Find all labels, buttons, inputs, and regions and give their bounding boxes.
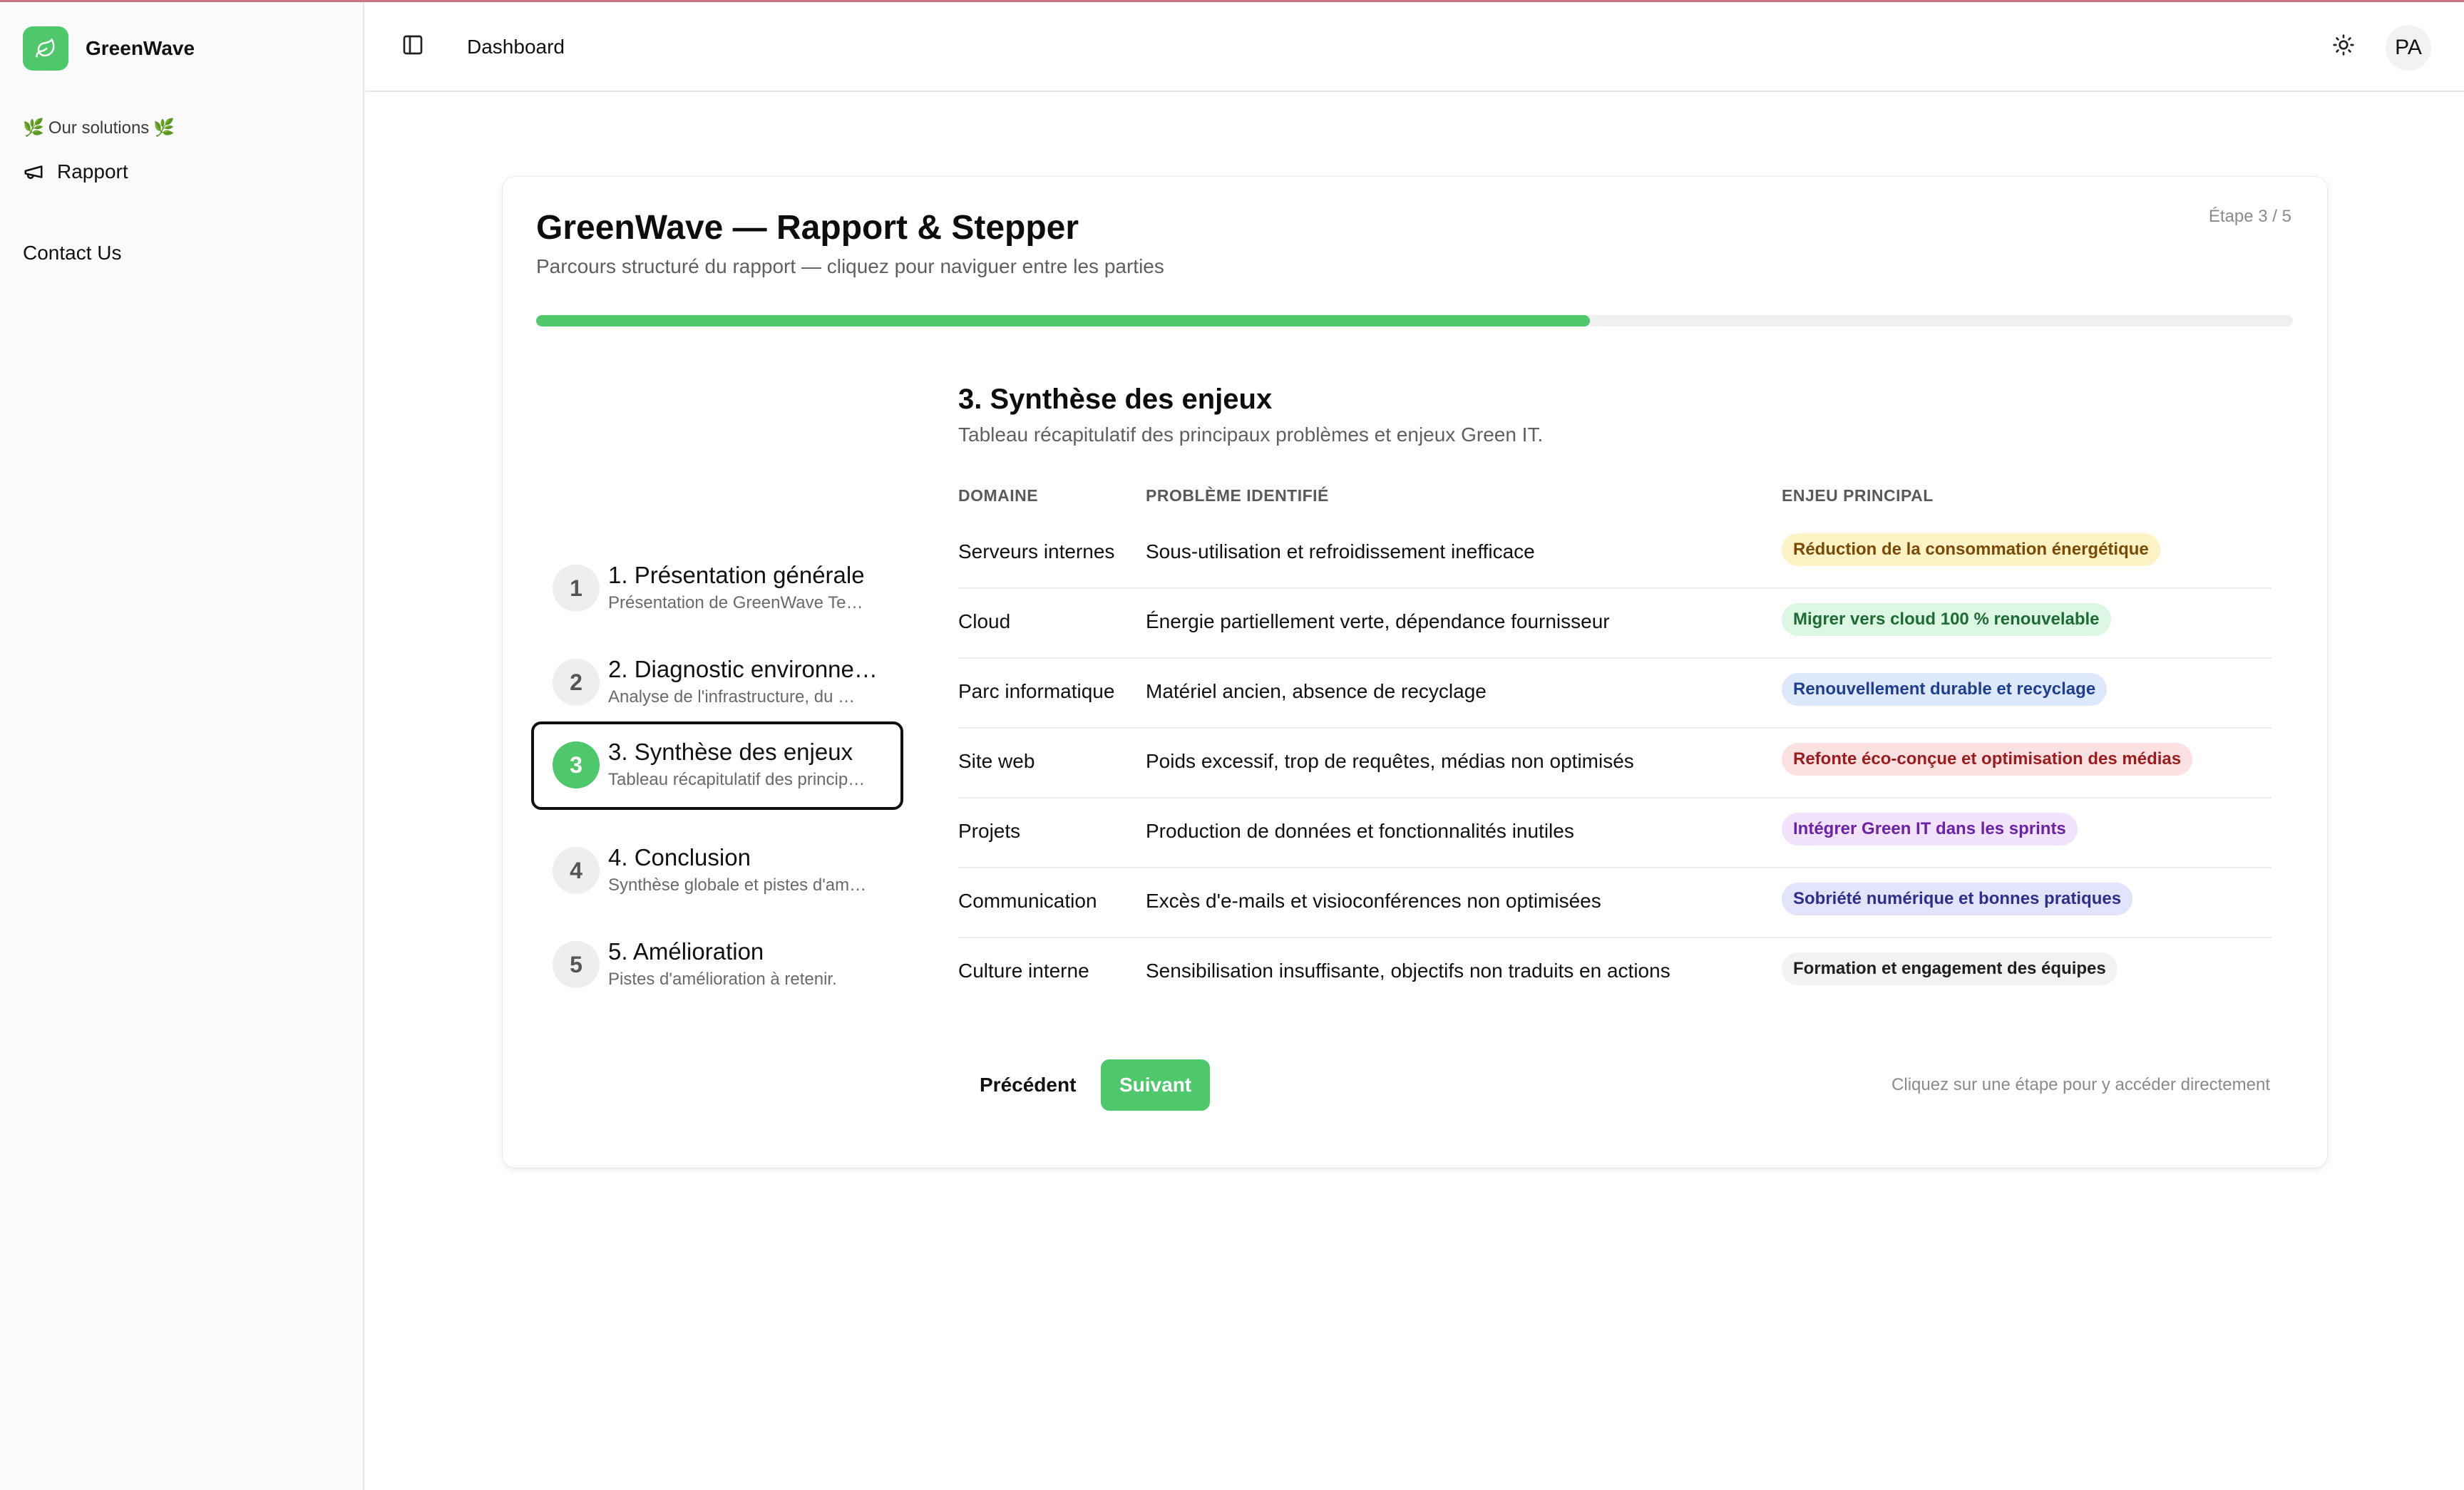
sun-icon[interactable]	[2332, 34, 2358, 59]
step-item-5[interactable]: 5 5. Amélioration Pistes d'amélioration …	[531, 921, 903, 1009]
status-badge: Refonte éco-conçue et optimisation des m…	[1782, 743, 2193, 776]
status-badge: Intégrer Green IT dans les sprints	[1782, 813, 2078, 846]
cell-probleme: Énergie partiellement verte, dépendance …	[1146, 610, 1610, 632]
cell-probleme: Production de données et fonctionnalités…	[1146, 820, 1574, 842]
table-row: Communication Excès d'e-mails et visiocon…	[958, 868, 2272, 938]
sidebar-toggle-icon[interactable]	[401, 34, 427, 59]
step-description: Tableau récapitulatif des principaux pro…	[608, 770, 869, 789]
megaphone-icon	[24, 165, 43, 179]
cell-enjeu: Intégrer Green IT dans les sprints	[1782, 813, 2078, 846]
section-subtitle: Tableau récapitulatif des principaux pro…	[958, 423, 1544, 446]
step-item-3[interactable]: 3 3. Synthèse des enjeux Tableau récapit…	[531, 721, 903, 810]
avatar[interactable]: PA	[2386, 25, 2431, 71]
step-item-2[interactable]: 2 2. Diagnostic environnemental Analyse …	[531, 639, 903, 727]
cell-enjeu: Refonte éco-conçue et optimisation des m…	[1782, 743, 2193, 776]
step-title: 2. Diagnostic environnemental	[608, 656, 879, 682]
step-counter: Étape 3 / 5	[2208, 207, 2291, 226]
cell-probleme: Matériel ancien, absence de recyclage	[1146, 680, 1487, 702]
leaf-icon	[23, 26, 68, 71]
leaf-icon: 🌿	[23, 118, 44, 138]
report-stepper-card: GreenWave — Rapport & Stepper Parcours s…	[503, 177, 2327, 1168]
table-header: DOMAINE PROBLÈME IDENTIFIÉ ENJEU PRINCIP…	[958, 476, 2272, 519]
step-title: 3. Synthèse des enjeux	[608, 739, 853, 765]
column-header-domaine: DOMAINE	[958, 486, 1039, 505]
step-description: Synthèse globale et pistes d'amélioratio…	[608, 875, 869, 895]
brand-name: GreenWave	[86, 37, 195, 59]
step-title: 5. Amélioration	[608, 938, 764, 965]
sidebar-group-label: 🌿 Our solutions 🌿	[23, 118, 175, 138]
sidebar-item-contact[interactable]: Contact Us	[23, 242, 122, 264]
step-number: 1	[553, 565, 600, 612]
cell-domaine: Cloud	[958, 610, 1011, 632]
step-title: 4. Conclusion	[608, 844, 751, 870]
sidebar-item-label: Rapport	[57, 160, 128, 183]
progress-bar-fill	[536, 315, 1591, 327]
leaf-icon: 🌿	[153, 118, 175, 138]
step-description: Pistes d'amélioration à retenir.	[608, 970, 837, 989]
table-row: Culture interne Sensibilisation insuffisa…	[958, 938, 2272, 1008]
sidebar-item-rapport[interactable]: Rapport	[23, 160, 128, 183]
issues-table: DOMAINE PROBLÈME IDENTIFIÉ ENJEU PRINCIP…	[958, 476, 2272, 1008]
cell-enjeu: Formation et engagement des équipes	[1782, 952, 2118, 985]
table-row: Serveurs internes Sous-utilisation et ref…	[958, 519, 2272, 589]
page-subtitle: Parcours structuré du rapport — cliquez …	[536, 255, 1164, 277]
cell-domaine: Parc informatique	[958, 680, 1115, 702]
table-row: Parc informatique Matériel ancien, absenc…	[958, 659, 2272, 729]
cell-enjeu: Renouvellement durable et recyclage	[1782, 673, 2108, 706]
table-row: Projets Production de données et fonction…	[958, 798, 2272, 868]
cell-probleme: Poids excessif, trop de requêtes, médias…	[1146, 750, 1634, 772]
status-badge: Sobriété numérique et bonnes pratiques	[1782, 883, 2133, 915]
step-item-1[interactable]: 1 1. Présentation générale Présentation …	[531, 545, 903, 633]
status-badge: Renouvellement durable et recyclage	[1782, 673, 2108, 706]
column-header-enjeu: ENJEU PRINCIPAL	[1782, 486, 1934, 505]
cell-domaine: Site web	[958, 750, 1035, 772]
top-header: Dashboard PA	[366, 2, 2464, 92]
next-button[interactable]: Suivant	[1101, 1059, 1211, 1111]
previous-button[interactable]: Précédent	[961, 1059, 1094, 1111]
cell-domaine: Projets	[958, 820, 1021, 842]
cell-enjeu: Réduction de la consommation énergétique	[1782, 533, 2160, 566]
table-row: Cloud Énergie partiellement verte, dépend…	[958, 589, 2272, 659]
step-number: 5	[553, 941, 600, 988]
column-header-probleme: PROBLÈME IDENTIFIÉ	[1146, 486, 1329, 505]
status-badge: Formation et engagement des équipes	[1782, 952, 2118, 985]
page-title: GreenWave — Rapport & Stepper	[536, 209, 1079, 247]
step-description: Analyse de l'infrastructure, du matériel	[608, 687, 869, 707]
progress-bar	[536, 315, 2293, 327]
cell-domaine: Serveurs internes	[958, 540, 1115, 562]
navigation-hint: Cliquez sur une étape pour y accéder dir…	[1891, 1075, 2270, 1094]
step-item-4[interactable]: 4 4. Conclusion Synthèse globale et pist…	[531, 827, 903, 915]
section-title: 3. Synthèse des enjeux	[958, 384, 1273, 415]
step-title: 1. Présentation générale	[608, 562, 865, 588]
step-description: Présentation de GreenWave Technologies	[608, 593, 869, 612]
sidebar-group-label-text: Our solutions	[48, 118, 150, 138]
brand[interactable]: GreenWave	[23, 26, 195, 71]
cell-enjeu: Migrer vers cloud 100 % renouvelable	[1782, 603, 2111, 636]
cell-domaine: Communication	[958, 890, 1097, 912]
cell-domaine: Culture interne	[958, 960, 1089, 982]
status-badge: Réduction de la consommation énergétique	[1782, 533, 2160, 566]
breadcrumb[interactable]: Dashboard	[467, 36, 565, 58]
table-row: Site web Poids excessif, trop de requêtes…	[958, 729, 2272, 798]
cell-probleme: Sensibilisation insuffisante, objectifs …	[1146, 960, 1670, 982]
step-number: 3	[553, 741, 600, 788]
cell-probleme: Excès d'e-mails et visioconférences non …	[1146, 890, 1601, 912]
sidebar: GreenWave 🌿 Our solutions 🌿 Rapport Cont…	[0, 2, 364, 1490]
step-number: 2	[553, 659, 600, 706]
cell-enjeu: Sobriété numérique et bonnes pratiques	[1782, 883, 2133, 915]
step-number: 4	[553, 847, 600, 894]
cell-probleme: Sous-utilisation et refroidissement inef…	[1146, 540, 1535, 562]
status-badge: Migrer vers cloud 100 % renouvelable	[1782, 603, 2111, 636]
table-body: Serveurs internes Sous-utilisation et ref…	[958, 519, 2272, 1008]
